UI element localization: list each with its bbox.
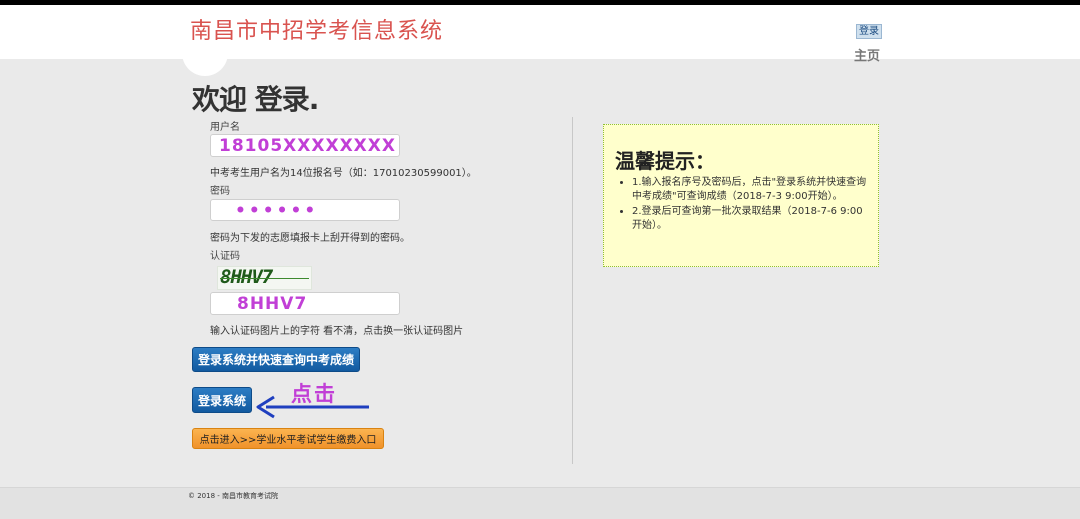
header-decoration [182, 52, 228, 76]
site-title: 南昌市中招学考信息系统 [190, 19, 444, 44]
captcha-label: 认证码 [210, 251, 240, 262]
quick-query-button[interactable]: 登录系统并快速查询中考成绩 [192, 347, 360, 372]
tips-box: 温馨提示： 1.输入报名序号及密码后，点击"登录系统并快速查询中考成绩"可查询成… [603, 124, 879, 267]
footer-copyright: © 2018 - 南昌市教育考试院 [188, 492, 279, 500]
home-link[interactable]: 主页 [854, 45, 880, 64]
username-input[interactable]: 18105XXXXXXXX [210, 134, 400, 157]
tips-title: 温馨提示： [615, 149, 715, 173]
page-title: 欢迎 登录. [192, 83, 319, 116]
password-input[interactable]: •••••• [210, 199, 400, 221]
username-value: 18105XXXXXXXX [219, 136, 396, 156]
captcha-image[interactable]: 8HHV7 [217, 266, 312, 290]
password-label: 密码 [210, 186, 230, 197]
captcha-value: 8HHV7 [237, 294, 308, 314]
login-link[interactable]: 登录 [856, 24, 882, 39]
tips-item: 1.输入报名序号及密码后，点击"登录系统并快速查询中考成绩"可查询成绩（2018… [632, 176, 872, 204]
captcha-noise-line [220, 278, 309, 279]
username-hint: 中考考生用户名为14位报名号（如：17010230599001）。 [210, 168, 477, 179]
username-label: 用户名 [210, 122, 240, 133]
captcha-hint: 输入认证码图片上的字符 看不清，点击换一张认证码图片 [210, 326, 464, 337]
password-hint: 密码为下发的志愿填报卡上刮开得到的密码。 [210, 233, 410, 244]
captcha-image-text: 8HHV7 [220, 266, 273, 288]
tips-list: 1.输入报名序号及密码后，点击"登录系统并快速查询中考成绩"可查询成绩（2018… [618, 176, 872, 234]
header: 南昌市中招学考信息系统 登录 主页 [0, 5, 1080, 64]
column-divider [572, 117, 573, 464]
password-value: •••••• [235, 201, 319, 221]
captcha-input[interactable]: 8HHV7 [210, 292, 400, 315]
payment-entry-button[interactable]: 点击进入>>学业水平考试学生缴费入口 [192, 428, 384, 449]
footer: © 2018 - 南昌市教育考试院 [0, 487, 1080, 519]
click-annotation: 点击 [291, 382, 337, 406]
login-button[interactable]: 登录系统 [192, 387, 252, 413]
tips-item: 2.登录后可查询第一批次录取结果（2018-7-6 9:00开始）。 [632, 205, 872, 233]
